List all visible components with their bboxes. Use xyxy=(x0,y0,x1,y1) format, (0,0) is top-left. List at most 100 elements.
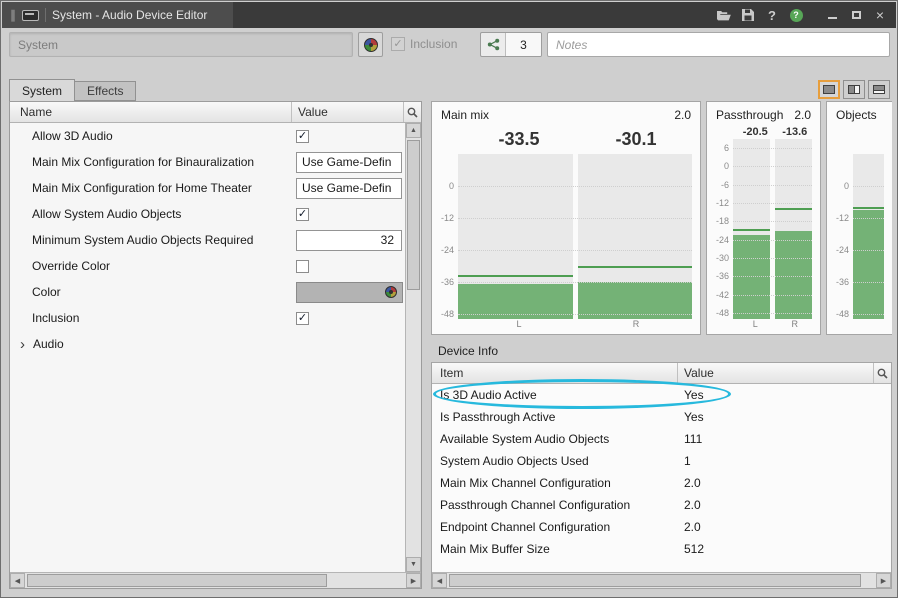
column-header-value[interactable]: Value xyxy=(292,102,403,122)
checkbox[interactable]: ✓ xyxy=(296,208,309,221)
column-header-item[interactable]: Item xyxy=(432,363,678,383)
property-label: Allow 3D Audio xyxy=(32,129,113,143)
property-label: Inclusion xyxy=(32,311,79,325)
maximize-button[interactable] xyxy=(846,5,866,25)
expander-icon[interactable]: › xyxy=(20,338,33,351)
dropdown[interactable]: Use Game-Defin xyxy=(296,152,402,173)
property-label: Audio xyxy=(33,337,64,351)
property-row[interactable]: ›Audio xyxy=(10,331,405,357)
sharesets-button[interactable]: 3 xyxy=(480,32,542,57)
property-row[interactable]: Minimum System Audio Objects Required32 xyxy=(10,227,405,253)
meter-header: Objects xyxy=(827,102,892,122)
column-header-name[interactable]: Name xyxy=(10,102,292,122)
device-info-row[interactable]: Is Passthrough ActiveYes xyxy=(432,406,891,428)
device-info-row[interactable]: Main Mix Buffer Size512 xyxy=(432,538,891,560)
property-row[interactable]: Color xyxy=(10,279,405,305)
search-button[interactable] xyxy=(873,363,891,383)
property-name: ›Audio xyxy=(10,337,293,351)
property-row[interactable]: Allow System Audio Objects✓ xyxy=(10,201,405,227)
device-info-row[interactable]: Available System Audio Objects111 xyxy=(432,428,891,450)
scroll-left-button[interactable]: ◀ xyxy=(432,573,447,588)
scroll-down-button[interactable]: ▼ xyxy=(406,557,421,572)
search-button[interactable] xyxy=(403,102,421,122)
gridline xyxy=(733,148,812,149)
save-button[interactable] xyxy=(738,5,758,25)
device-info-row[interactable]: System Audio Objects Used1 xyxy=(432,450,891,472)
property-row[interactable]: Allow 3D Audio ✓ xyxy=(10,123,405,149)
channel-label: L xyxy=(738,319,773,334)
property-rows: Allow 3D Audio ✓ Main Mix Configuration fo… xyxy=(10,123,405,572)
horizontal-scrollbar[interactable]: ◀ ▶ xyxy=(10,572,421,588)
layout-split-horizontal-button[interactable] xyxy=(868,80,890,99)
color-picker-button[interactable] xyxy=(358,32,383,57)
property-label: Override Color xyxy=(32,259,110,273)
number-field[interactable]: 32 xyxy=(296,230,402,251)
meter-channel xyxy=(853,154,884,319)
peak-values: -20.5-13.6 xyxy=(707,122,820,139)
checkbox-icon: ✓ xyxy=(391,37,405,51)
minimize-button[interactable] xyxy=(822,5,842,25)
open-file-button[interactable] xyxy=(714,5,734,25)
tab-effects[interactable]: Effects xyxy=(75,81,136,101)
property-row[interactable]: Override Color xyxy=(10,253,405,279)
scrollbar-track[interactable] xyxy=(406,138,421,557)
scroll-right-button[interactable]: ▶ xyxy=(876,573,891,588)
tab-strip: System Effects xyxy=(9,79,136,101)
notes-input[interactable] xyxy=(547,32,890,57)
meter-bar xyxy=(853,210,884,319)
device-info-rows: Is 3D Audio ActiveYesIs Passthrough Acti… xyxy=(432,384,891,572)
inclusion-checkbox[interactable]: ✓ Inclusion xyxy=(391,37,457,51)
checkbox[interactable]: ✓ xyxy=(296,130,309,143)
scrollbar-thumb[interactable] xyxy=(407,140,420,290)
scrollbar-track[interactable] xyxy=(25,573,406,588)
horizontal-scrollbar[interactable]: ◀ ▶ xyxy=(432,572,891,588)
property-row[interactable]: Inclusion ✓ xyxy=(10,305,405,331)
scrollbar-thumb[interactable] xyxy=(27,574,327,587)
scroll-left-button[interactable]: ◀ xyxy=(10,573,25,588)
close-icon: × xyxy=(876,8,884,22)
close-button[interactable]: × xyxy=(870,5,890,25)
gridline xyxy=(853,282,884,283)
gridline xyxy=(733,221,812,222)
device-info-row[interactable]: Main Mix Channel Configuration2.0 xyxy=(432,472,891,494)
meter-panel-objects: Objects0-12-24-36-48 xyxy=(826,101,892,335)
device-info-value: 1 xyxy=(678,454,891,468)
gridline xyxy=(733,185,812,186)
title-tab[interactable]: ∥ System - Audio Device Editor xyxy=(2,2,233,28)
property-row[interactable]: Main Mix Configuration for Binauralizati… xyxy=(10,149,405,175)
layout-single-button[interactable] xyxy=(818,80,840,99)
meter-channel xyxy=(458,154,573,319)
vertical-scrollbar[interactable]: ▲ ▼ xyxy=(405,123,421,572)
device-info-row[interactable]: Endpoint Channel Configuration2.0 xyxy=(432,516,891,538)
layout-split-vertical-button[interactable] xyxy=(843,80,865,99)
object-name-field[interactable] xyxy=(9,32,353,57)
device-info-row[interactable]: Passthrough Channel Configuration2.0 xyxy=(432,494,891,516)
scroll-up-button[interactable]: ▲ xyxy=(406,123,421,138)
scale-tick-label: 0 xyxy=(844,181,849,191)
info-button[interactable]: ? xyxy=(786,5,806,25)
channel-config-label: 2.0 xyxy=(794,108,811,122)
window-title: System - Audio Device Editor xyxy=(52,8,207,22)
tab-label: Effects xyxy=(87,84,123,98)
scrollbar-thumb[interactable] xyxy=(449,574,861,587)
tab-system[interactable]: System xyxy=(9,79,75,101)
scroll-right-button[interactable]: ▶ xyxy=(406,573,421,588)
color-swatch-button[interactable] xyxy=(296,282,403,303)
device-info-row[interactable]: Is 3D Audio ActiveYes xyxy=(432,384,891,406)
scrollbar-track[interactable] xyxy=(447,573,876,588)
gridline xyxy=(458,218,692,219)
column-header-value[interactable]: Value xyxy=(678,363,873,383)
checkbox[interactable]: ✓ xyxy=(296,312,309,325)
scale-tick-label: -24 xyxy=(716,235,729,245)
gridline xyxy=(733,166,812,167)
scale-tick-label: -12 xyxy=(716,198,729,208)
dock-grip-icon[interactable]: ∥ xyxy=(10,8,16,22)
help-button[interactable]: ? xyxy=(762,5,782,25)
checkbox[interactable] xyxy=(296,260,309,273)
device-info-item: Is Passthrough Active xyxy=(432,410,678,424)
dropdown[interactable]: Use Game-Defin xyxy=(296,178,402,199)
property-row[interactable]: Main Mix Configuration for Home TheaterU… xyxy=(10,175,405,201)
device-info-item: Passthrough Channel Configuration xyxy=(432,498,678,512)
meter-panel-passthrough: Passthrough2.0-20.5-13.660-6-12-18-24-30… xyxy=(706,101,821,335)
titlebar[interactable]: ∥ System - Audio Device Editor ? ? × xyxy=(2,2,896,28)
